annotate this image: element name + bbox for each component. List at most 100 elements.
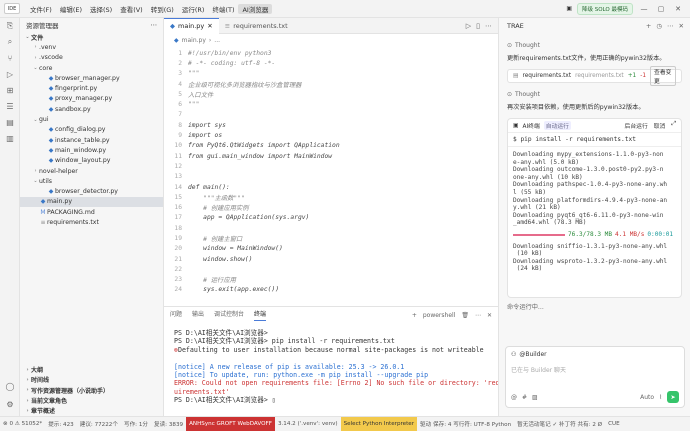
layout-icon[interactable]: ▣ [566, 5, 572, 12]
maximize-icon[interactable]: ▢ [655, 5, 667, 13]
tree-file[interactable]: ◆ sandbox.py [20, 104, 163, 114]
run-debug-icon[interactable]: ▷ [0, 66, 20, 82]
panel-tab[interactable]: 输出 [192, 309, 204, 321]
menu-item[interactable]: 运行(R) [178, 4, 209, 14]
status-item[interactable]: CUE [605, 421, 623, 427]
search-icon[interactable]: ⌕ [0, 34, 20, 50]
tree-file[interactable]: M PACKAGING.md [20, 207, 163, 217]
source-control-icon[interactable]: ⑂ [0, 50, 20, 66]
pages-icon[interactable]: ☰ [0, 98, 20, 114]
at-icon[interactable]: @ [511, 394, 517, 401]
outline-section[interactable]: › 当前文章角色 [20, 395, 164, 406]
history-icon[interactable]: ◷ [656, 22, 662, 30]
new-chat-icon[interactable]: + [646, 22, 651, 30]
trash-icon[interactable]: 🗑 [461, 312, 469, 319]
tree-file[interactable]: ≡ requirements.txt [20, 217, 163, 227]
image-icon[interactable]: ▨ [532, 394, 538, 401]
builder-mention[interactable]: @Builder [519, 351, 546, 358]
outline-section[interactable]: › 写作资源管理器（小说助手） [20, 385, 164, 395]
tree-folder[interactable]: ⌄ utils [20, 176, 163, 186]
menu-item[interactable]: 终端(T) [208, 4, 238, 14]
status-item[interactable]: 3.14.2 ('.venv': venv) [275, 421, 341, 427]
hash-icon[interactable]: # [522, 394, 527, 401]
status-item[interactable]: 写作: 1分 [121, 420, 151, 428]
background-run-button[interactable]: 后台运行 [625, 121, 648, 130]
menu-item[interactable]: 编辑(E) [56, 4, 86, 14]
menu-item[interactable]: AI浏览器 [238, 3, 273, 14]
explorer-icon[interactable]: ⎘ [0, 18, 20, 34]
tree-file[interactable]: ◆ main_window.py [20, 145, 163, 155]
status-item[interactable]: 驱动 保存: 4 写行符: UTF-8 Python [417, 420, 514, 428]
breadcrumb-more[interactable]: ... [214, 37, 220, 44]
shell-name[interactable]: powershell [423, 312, 456, 319]
tree-folder[interactable]: › .venv [20, 42, 163, 52]
close-icon[interactable]: ✕ [672, 5, 684, 13]
account-icon[interactable]: ◯ [0, 378, 20, 394]
minimize-icon[interactable]: — [638, 5, 650, 13]
tree-file[interactable]: ◆ main.py [20, 196, 163, 208]
tree-folder[interactable]: › novel-helper [20, 166, 163, 176]
panel-tab[interactable]: 问题 [170, 309, 182, 321]
tree-file[interactable]: ◆ proxy_manager.py [20, 94, 163, 104]
tree-file[interactable]: ◆ browser_detector.py [20, 186, 163, 196]
expand-icon[interactable]: ⤢ [671, 121, 676, 130]
code-view[interactable]: 1 #!/usr/bin/env python3 2 # -*- coding: ut… [164, 48, 498, 306]
menu-item[interactable]: 文件(F) [26, 4, 56, 14]
tree-file[interactable]: ◆ instance_table.py [20, 135, 163, 145]
status-item[interactable]: 建议: 77222个 [77, 420, 121, 428]
ide-badge[interactable]: IDE [4, 3, 20, 14]
editor-tab[interactable]: ◆ main.py ✕ [164, 17, 219, 34]
tree-folder[interactable]: ⌄ gui [20, 114, 163, 124]
book-icon[interactable]: ▥ [0, 130, 20, 146]
line-number: 4 [178, 80, 182, 88]
panel-more-icon[interactable]: ⋯ [667, 22, 674, 30]
panel-tab[interactable]: 调试控制台 [214, 309, 244, 321]
send-button[interactable]: ➤ [667, 391, 679, 403]
tree-file[interactable]: ◆ config_dialog.py [20, 125, 163, 135]
breadcrumb-file[interactable]: main.py [182, 37, 206, 44]
view-changes-button[interactable]: 查看变更 [650, 66, 676, 86]
section-header[interactable]: ⌄ 文件 [20, 32, 163, 42]
status-item[interactable]: ANHSync GROFT WebDAVOFF [186, 417, 275, 431]
thought-toggle[interactable]: ⊙ Thought [507, 40, 682, 50]
cancel-button[interactable]: 取消 [654, 121, 666, 130]
tree-folder[interactable]: › .vscode [20, 53, 163, 63]
solo-chip[interactable]: 降级 SOLO 最模码 [576, 2, 633, 15]
more-icon[interactable]: ⋯ [151, 21, 164, 29]
terminal-output[interactable]: PS D:\AI相关文件\AI浏览器> PS D:\AI相关文件\AI浏览器> … [164, 323, 500, 405]
menu-item[interactable]: 选择(S) [86, 4, 116, 14]
status-item[interactable]: ⊗ 0 ⚠ 51052* [0, 421, 45, 427]
outline-section[interactable]: › 大纲 [20, 365, 164, 375]
model-select[interactable]: Auto [640, 394, 654, 401]
panel-tab[interactable]: 终端 [254, 309, 267, 321]
thought-toggle[interactable]: ⊙ Thought [507, 89, 682, 99]
attach-icon[interactable]: ⌇ [659, 394, 662, 401]
more-panel-icon[interactable]: ⋯ [475, 312, 481, 319]
status-item[interactable]: 暂无活动笔记 ✓ 补丁符 共有: 2 Ø [514, 420, 605, 428]
tree-file[interactable]: ◆ browser_manager.py [20, 73, 163, 83]
extensions-icon[interactable]: ⊞ [0, 82, 20, 98]
menu-item[interactable]: 转到(G) [147, 4, 178, 14]
status-item[interactable]: 复读: 3839 [151, 420, 186, 428]
settings-icon[interactable]: ⚙ [0, 396, 20, 412]
outline-section[interactable]: › 章节概述 [20, 406, 164, 416]
breadcrumb: ◆ main.py › ... [164, 34, 498, 46]
more-actions-icon[interactable]: ⋯ [485, 22, 492, 30]
file-change-card[interactable]: ▤ requirements.txt requirements.txt +1 -… [507, 66, 682, 86]
close-panel-icon[interactable]: ✕ [487, 312, 492, 319]
status-item[interactable]: 提示: 423 [45, 420, 77, 428]
run-icon[interactable]: ▷ [466, 22, 471, 30]
add-terminal-icon[interactable]: + [412, 312, 417, 319]
status-item[interactable]: Select Python Interpreter [340, 417, 418, 431]
tree-file[interactable]: ◆ fingerprint.py [20, 83, 163, 93]
tree-folder[interactable]: ⌄ core [20, 63, 163, 73]
menu-item[interactable]: 查看(V) [116, 4, 147, 14]
panel-close-icon[interactable]: ✕ [679, 22, 684, 30]
close-tab-icon[interactable]: ✕ [207, 22, 212, 30]
split-icon[interactable]: ▯ [476, 22, 480, 30]
editor-tab[interactable]: ≡ requirements.txt [219, 18, 294, 34]
docs-icon[interactable]: ▤ [0, 114, 20, 130]
chat-input[interactable]: 已在与 Builder 聊天 [506, 361, 684, 378]
outline-section[interactable]: › 时间线 [20, 375, 164, 385]
tree-file[interactable]: ◆ window_layout.py [20, 156, 163, 166]
